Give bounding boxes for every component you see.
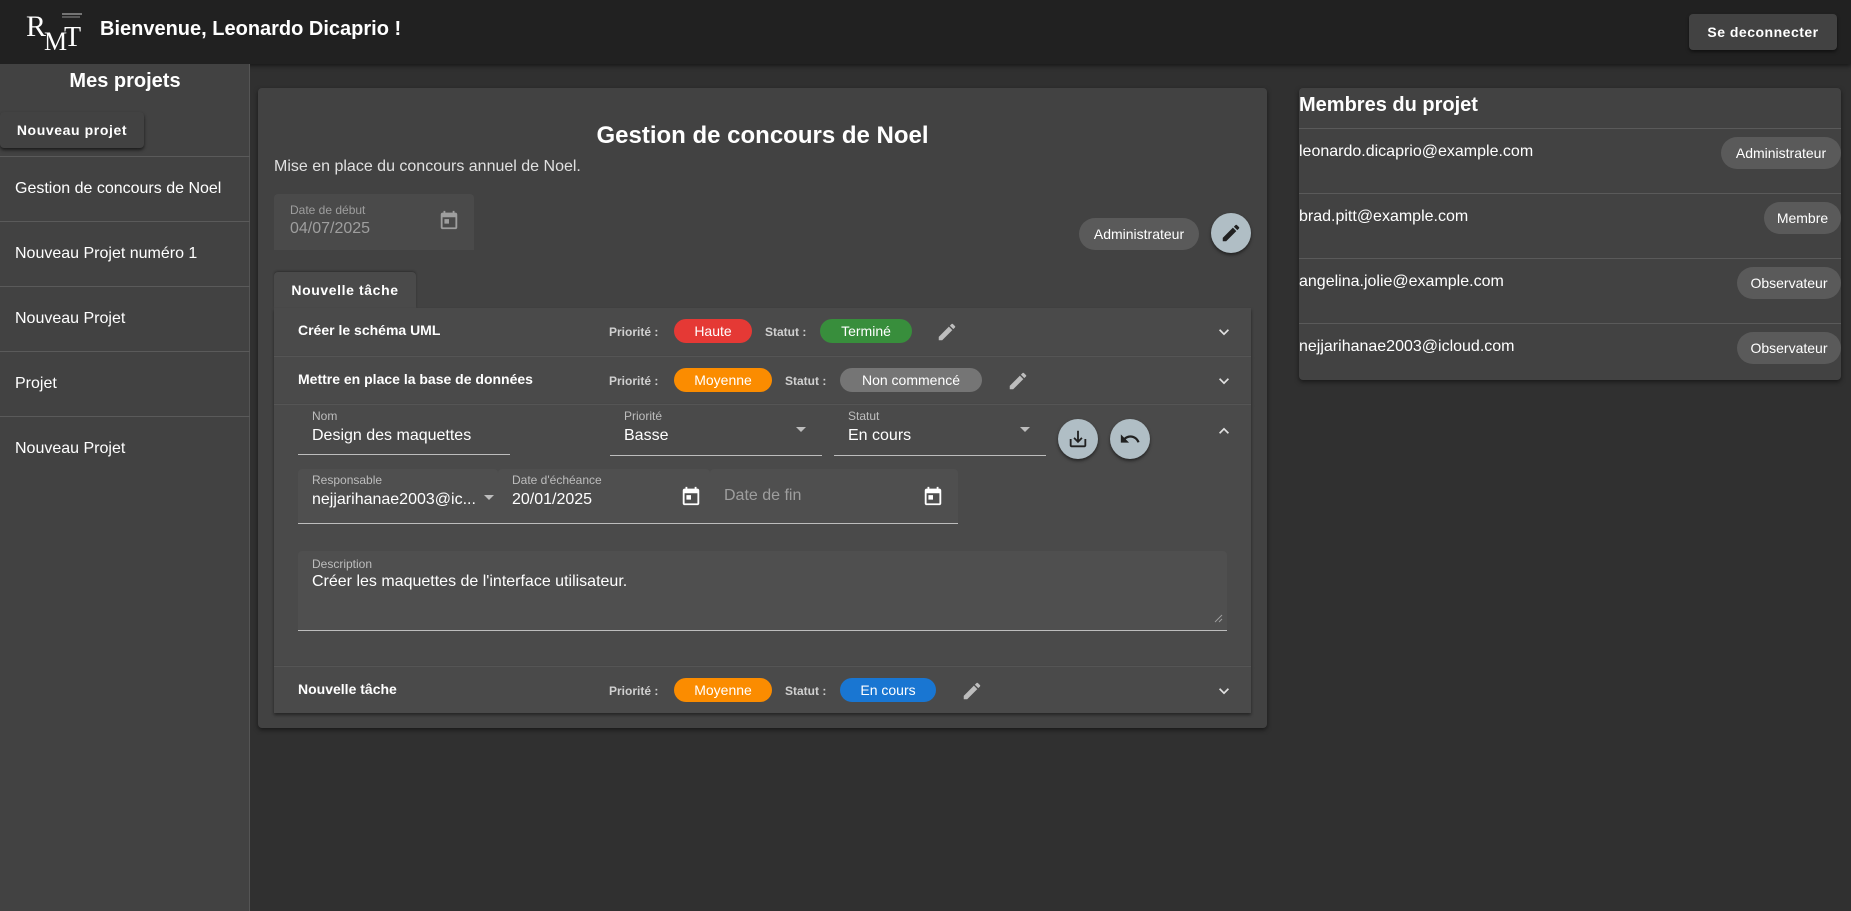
status-select-value: En cours xyxy=(848,427,912,444)
logout-button[interactable]: Se deconnecter xyxy=(1689,14,1837,50)
status-badge: Terminé xyxy=(820,319,912,343)
pencil-icon[interactable] xyxy=(936,321,958,343)
projects-sidebar: Mes projets Nouveau projet Gestion de co… xyxy=(0,64,250,911)
resize-handle-icon[interactable] xyxy=(1213,613,1223,623)
task-name-field-label: Nom xyxy=(312,409,338,423)
top-bar: R M T Bienvenue, Leonardo Dicaprio ! Se … xyxy=(0,0,1851,64)
task-edit-panel: Nom Design des maquettes Priorité Basse … xyxy=(274,404,1251,666)
task-name: Mettre en place la base de données xyxy=(298,371,533,387)
rmt-logo-icon: R M T xyxy=(26,10,82,54)
calendar-icon[interactable] xyxy=(680,485,702,507)
project-members-card: Membres du projet leonardo.dicaprio@exam… xyxy=(1299,88,1841,380)
download-icon xyxy=(1069,430,1087,448)
owner-select-value: nejjarihanae2003@ic... xyxy=(312,491,476,508)
priority-select-label: Priorité xyxy=(624,409,663,423)
save-task-button[interactable] xyxy=(1058,419,1098,459)
pencil-icon xyxy=(1222,224,1240,242)
dropdown-arrow-icon xyxy=(796,427,806,432)
project-details-card: Gestion de concours de Noel Mise en plac… xyxy=(258,88,1267,728)
member-role-chip[interactable]: Observateur xyxy=(1737,267,1841,299)
new-project-button[interactable]: Nouveau projet xyxy=(0,112,144,148)
status-select-label: Statut xyxy=(848,409,880,423)
member-email: leonardo.dicaprio@example.com xyxy=(1299,143,1534,160)
end-date-placeholder[interactable]: Date de fin xyxy=(724,487,801,505)
task-panel[interactable]: Mettre en place la base de données Prior… xyxy=(274,356,1251,404)
status-label: Statut : xyxy=(765,325,807,339)
priority-label: Priorité : xyxy=(609,325,659,339)
member-role-chip[interactable]: Membre xyxy=(1764,202,1841,234)
description-label: Description xyxy=(312,557,373,571)
project-item[interactable]: Nouveau Projet numéro 1 xyxy=(0,221,250,286)
members-title: Membres du projet xyxy=(1299,94,1478,116)
status-label: Statut : xyxy=(785,374,827,388)
due-date-label: Date d'échéance xyxy=(512,473,602,487)
task-panel[interactable]: Créer le schéma UML Priorité : Haute Sta… xyxy=(274,308,1251,356)
project-title: Gestion de concours de Noel xyxy=(596,122,929,149)
due-date-input[interactable]: 20/01/2025 xyxy=(512,491,592,509)
member-role-chip[interactable]: Observateur xyxy=(1737,332,1841,364)
member-row: brad.pitt@example.com Membre xyxy=(1299,193,1841,258)
priority-badge: Moyenne xyxy=(674,368,772,392)
owner-select[interactable]: Responsable nejjarihanae2003@ic... xyxy=(298,469,498,524)
task-name-input[interactable]: Design des maquettes xyxy=(312,427,471,445)
task-name: Créer le schéma UML xyxy=(298,322,441,338)
priority-label: Priorité : xyxy=(609,684,659,698)
project-description: Mise en place du concours annuel de Noel… xyxy=(274,158,581,175)
chevron-down-icon[interactable] xyxy=(1214,371,1234,391)
task-panel[interactable]: Nouvelle tâche Priorité : Moyenne Statut… xyxy=(274,666,1251,713)
chevron-down-icon[interactable] xyxy=(1214,322,1234,342)
start-date-field[interactable]: Date de début 04/07/2025 xyxy=(274,194,474,250)
priority-label: Priorité : xyxy=(609,374,659,388)
svg-text:T: T xyxy=(64,22,81,53)
calendar-icon[interactable] xyxy=(922,485,944,507)
member-row: leonardo.dicaprio@example.com Administra… xyxy=(1299,128,1841,193)
member-role-chip[interactable]: Administrateur xyxy=(1721,137,1841,169)
priority-badge: Moyenne xyxy=(674,678,772,702)
due-date-field[interactable]: Date d'échéance 20/01/2025 xyxy=(498,469,710,524)
priority-badge: Haute xyxy=(674,319,752,343)
project-item[interactable]: Gestion de concours de Noel xyxy=(0,156,250,221)
pencil-icon[interactable] xyxy=(961,680,983,702)
task-name: Nouvelle tâche xyxy=(298,681,397,697)
dropdown-arrow-icon xyxy=(484,495,494,500)
member-row: angelina.jolie@example.com Observateur xyxy=(1299,258,1841,323)
project-item[interactable]: Projet xyxy=(0,351,250,416)
member-email: nejjarihanae2003@icloud.com xyxy=(1299,338,1515,355)
dropdown-arrow-icon xyxy=(1020,427,1030,432)
undo-icon xyxy=(1120,434,1140,443)
start-date-value: 04/07/2025 xyxy=(290,220,371,237)
member-email: brad.pitt@example.com xyxy=(1299,208,1469,225)
start-date-label: Date de début xyxy=(290,203,366,217)
project-list: Gestion de concours de Noel Nouveau Proj… xyxy=(0,156,250,481)
project-role-chip: Administrateur xyxy=(1079,218,1199,250)
status-select[interactable]: Statut En cours xyxy=(834,405,1046,456)
status-badge: Non commencé xyxy=(840,368,982,392)
end-date-field[interactable]: Date de fin xyxy=(710,469,958,524)
description-field[interactable]: Description Créer les maquettes de l'int… xyxy=(298,551,1227,631)
member-row: nejjarihanae2003@icloud.com Observateur xyxy=(1299,323,1841,388)
project-item[interactable]: Nouveau Projet xyxy=(0,416,250,481)
welcome-title: Bienvenue, Leonardo Dicaprio ! xyxy=(100,18,402,40)
owner-select-label: Responsable xyxy=(312,473,383,487)
project-item[interactable]: Nouveau Projet xyxy=(0,286,250,351)
member-email: angelina.jolie@example.com xyxy=(1299,273,1504,290)
status-label: Statut : xyxy=(785,684,827,698)
sidebar-title: Mes projets xyxy=(69,70,181,92)
calendar-icon[interactable] xyxy=(438,209,460,231)
task-name-field[interactable]: Nom Design des maquettes xyxy=(298,405,510,455)
description-textarea[interactable]: Créer les maquettes de l'interface utili… xyxy=(312,573,627,591)
chevron-up-icon[interactable] xyxy=(1214,421,1234,441)
priority-select[interactable]: Priorité Basse xyxy=(610,405,822,456)
new-task-button[interactable]: Nouvelle tâche xyxy=(274,272,416,308)
pencil-icon[interactable] xyxy=(1007,370,1029,392)
undo-task-button[interactable] xyxy=(1110,419,1150,459)
svg-text:R: R xyxy=(26,10,46,43)
chevron-down-icon[interactable] xyxy=(1214,681,1234,701)
edit-project-button[interactable] xyxy=(1211,213,1251,253)
priority-select-value: Basse xyxy=(624,427,669,444)
status-badge: En cours xyxy=(840,678,936,702)
